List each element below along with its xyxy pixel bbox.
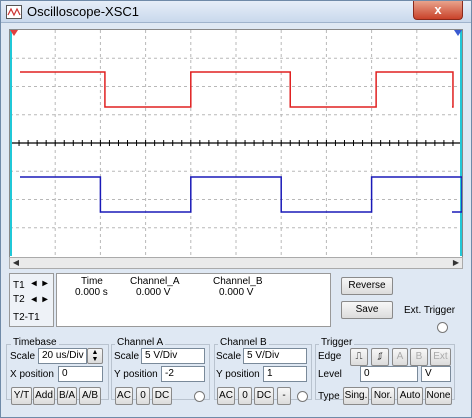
scroll-right-icon[interactable]: ▶ [450, 258, 462, 268]
channel-b-ypos-label: Y position [216, 369, 260, 380]
trigger-single-button[interactable]: Sing. [343, 387, 369, 405]
channel-a-zero-button[interactable]: 0 [136, 387, 150, 405]
trigger-source-b-button[interactable]: B [410, 348, 428, 366]
reverse-button[interactable]: Reverse [341, 277, 393, 295]
channel-b-ac-button[interactable]: AC [217, 387, 235, 405]
timebase-title: Timebase [11, 337, 59, 348]
t2-t1-label: T2-T1 [13, 312, 40, 323]
channel-a-scale-label: Scale [114, 351, 140, 362]
timebase-scale-field[interactable]: 20 us/Div [38, 348, 87, 364]
t1-right-arrow-icon[interactable]: ▸ [39, 279, 51, 290]
channel-a-ypos-field[interactable]: -2 [161, 366, 205, 382]
oscilloscope-window: Oscilloscope-XSC1 x ◀ ▶ T1 ◂ ▸ T2 ◂ ▸ T2… [0, 0, 472, 418]
t2-label: T2 [13, 294, 25, 305]
x-position-field[interactable]: 0 [58, 366, 103, 382]
t2-right-arrow-icon[interactable]: ▸ [39, 295, 51, 306]
channel-b-negative-button[interactable]: - [277, 387, 291, 405]
rising-edge-icon[interactable]: ⎍ [350, 348, 368, 366]
timebase-scale-spinner-icon[interactable]: ▲ ▼ [87, 348, 103, 364]
mode-yt-button[interactable]: Y/T [11, 387, 32, 405]
channel-a-ac-button[interactable]: AC [115, 387, 133, 405]
trigger-title: Trigger [319, 337, 355, 348]
scroll-left-icon[interactable]: ◀ [10, 258, 22, 268]
t1-channel-b-value: 0.000 V [219, 287, 254, 298]
oscilloscope-app-icon [6, 5, 22, 19]
channel-b-ypos-field[interactable]: 1 [263, 366, 307, 382]
channel-a-dc-button[interactable]: DC [152, 387, 172, 405]
trigger-level-field[interactable]: 0 [360, 366, 418, 382]
channel-b-scale-label: Scale [216, 351, 242, 362]
trigger-source-a-button[interactable]: A [392, 348, 408, 366]
close-button[interactable]: x [413, 1, 463, 20]
trigger-normal-button[interactable]: Nor. [371, 387, 395, 405]
t1-time-value: 0.000 s [75, 287, 108, 298]
channel-a-terminal[interactable] [194, 391, 205, 402]
mode-ba-button[interactable]: B/A [57, 387, 77, 405]
save-button[interactable]: Save [341, 301, 393, 319]
channel-b-header: Channel_B [213, 276, 263, 287]
type-label: Type [318, 391, 340, 402]
falling-edge-icon[interactable]: ⎎ [371, 348, 389, 366]
window-title: Oscilloscope-XSC1 [27, 4, 139, 19]
channel-a-scale-field[interactable]: 5 V/Div [141, 348, 205, 364]
mode-add-button[interactable]: Add [33, 387, 55, 405]
ext-trigger-terminal[interactable] [437, 322, 448, 333]
channel-a-ypos-label: Y position [114, 369, 158, 380]
cursor-controls: T1 ◂ ▸ T2 ◂ ▸ T2-T1 [9, 273, 54, 327]
t1-channel-a-value: 0.000 V [136, 287, 171, 298]
channel-b-trace [20, 176, 462, 213]
title-bar: Oscilloscope-XSC1 x [1, 1, 471, 23]
time-header: Time [81, 276, 103, 287]
level-label: Level [318, 369, 342, 380]
trigger-none-button[interactable]: None [425, 387, 452, 405]
t1-label: T1 [13, 280, 25, 291]
scope-screen[interactable] [9, 29, 463, 269]
edge-label: Edge [318, 351, 342, 362]
channel-a-title: Channel A [115, 337, 166, 348]
channel-a-trace [20, 71, 454, 108]
channel-b-terminal[interactable] [297, 391, 308, 402]
channel-b-scale-field[interactable]: 5 V/Div [243, 348, 307, 364]
scope-display[interactable] [10, 30, 462, 256]
x-position-label: X position [10, 369, 54, 380]
trigger-auto-button[interactable]: Auto [397, 387, 423, 405]
horizontal-scrollbar[interactable]: ◀ ▶ [9, 257, 463, 269]
trigger-source-ext-button[interactable]: Ext [430, 348, 451, 366]
channel-b-title: Channel B [218, 337, 269, 348]
ext-trigger-label: Ext. Trigger [404, 305, 456, 316]
trigger-level-unit[interactable]: V [421, 366, 451, 382]
timebase-scale-label: Scale [10, 351, 36, 362]
channel-b-zero-button[interactable]: 0 [238, 387, 252, 405]
channel-a-header: Channel_A [130, 276, 180, 287]
measurement-readout: Time Channel_A Channel_B 0.000 s 0.000 V… [56, 273, 331, 327]
mode-ab-button[interactable]: A/B [79, 387, 101, 405]
channel-b-dc-button[interactable]: DC [254, 387, 274, 405]
